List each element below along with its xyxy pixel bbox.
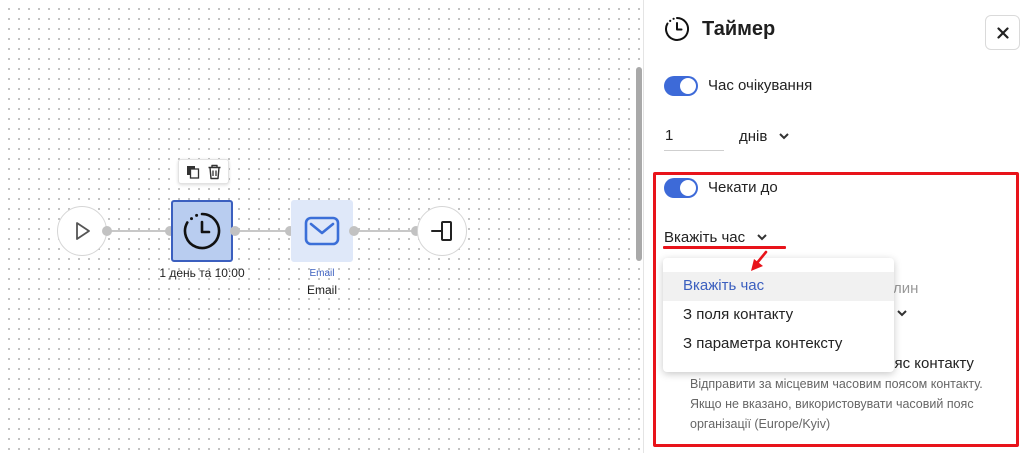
obscured-field-label: лин — [893, 280, 919, 297]
edge-timer-email — [234, 230, 290, 232]
wait-amount-input[interactable] — [664, 121, 724, 151]
red-arrow-annotation — [751, 250, 768, 271]
wait-time-toggle[interactable] — [664, 76, 698, 96]
time-source-dropdown: Вкажіть час З поля контакту З параметра … — [663, 258, 894, 372]
toggle-knob — [680, 180, 696, 196]
panel-title: Таймер — [702, 17, 776, 40]
wait-unit-select[interactable]: днів — [739, 128, 790, 145]
timer-node[interactable] — [171, 200, 233, 262]
dropdown-option-context-param[interactable]: З параметра контексту — [663, 330, 894, 359]
node-toolbar — [178, 159, 229, 184]
wait-unit-label: днів — [739, 128, 768, 145]
time-source-select[interactable]: Вкажіть час — [664, 229, 767, 246]
wait-time-label: Час очікування — [708, 77, 813, 94]
panel-header: Таймер — [664, 16, 775, 42]
edge-start-timer — [106, 230, 170, 232]
close-icon — [996, 26, 1009, 39]
dropdown-option-specify-time[interactable]: Вкажіть час — [663, 272, 894, 301]
chevron-down-icon — [779, 133, 790, 140]
email-node[interactable] — [291, 200, 353, 262]
email-node-caption: Email — [306, 283, 337, 297]
dropdown-option-contact-field[interactable]: З поля контакту — [663, 301, 894, 330]
flow-canvas[interactable]: 1 день та 10:00 Email Email — [0, 0, 643, 453]
play-icon — [76, 222, 90, 240]
time-source-value: Вкажіть час — [664, 229, 746, 246]
edge-email-exit — [354, 230, 416, 232]
wait-until-label: Чекати до — [708, 179, 778, 196]
email-icon — [304, 216, 340, 246]
contact-timezone-help: Відправити за місцевим часовим поясом ко… — [690, 377, 983, 431]
wait-until-toggle[interactable] — [664, 178, 698, 198]
exit-node[interactable] — [417, 206, 467, 256]
copy-icon[interactable] — [183, 162, 203, 182]
canvas-scrollbar[interactable] — [636, 67, 642, 261]
timer-icon — [665, 17, 689, 41]
timer-icon — [183, 212, 221, 250]
port[interactable] — [230, 226, 240, 236]
chevron-down-icon — [757, 234, 767, 241]
start-node[interactable] — [57, 206, 107, 256]
toggle-knob — [680, 78, 696, 94]
email-node-type: Email — [309, 268, 335, 279]
exit-icon — [431, 221, 452, 241]
chevron-down-icon — [897, 310, 907, 317]
port[interactable] — [349, 226, 359, 236]
timer-node-caption: 1 день та 10:00 — [159, 266, 245, 280]
red-underline-annotation — [663, 246, 786, 249]
close-button[interactable] — [985, 15, 1020, 50]
port[interactable] — [102, 226, 112, 236]
delete-icon[interactable] — [204, 162, 224, 182]
